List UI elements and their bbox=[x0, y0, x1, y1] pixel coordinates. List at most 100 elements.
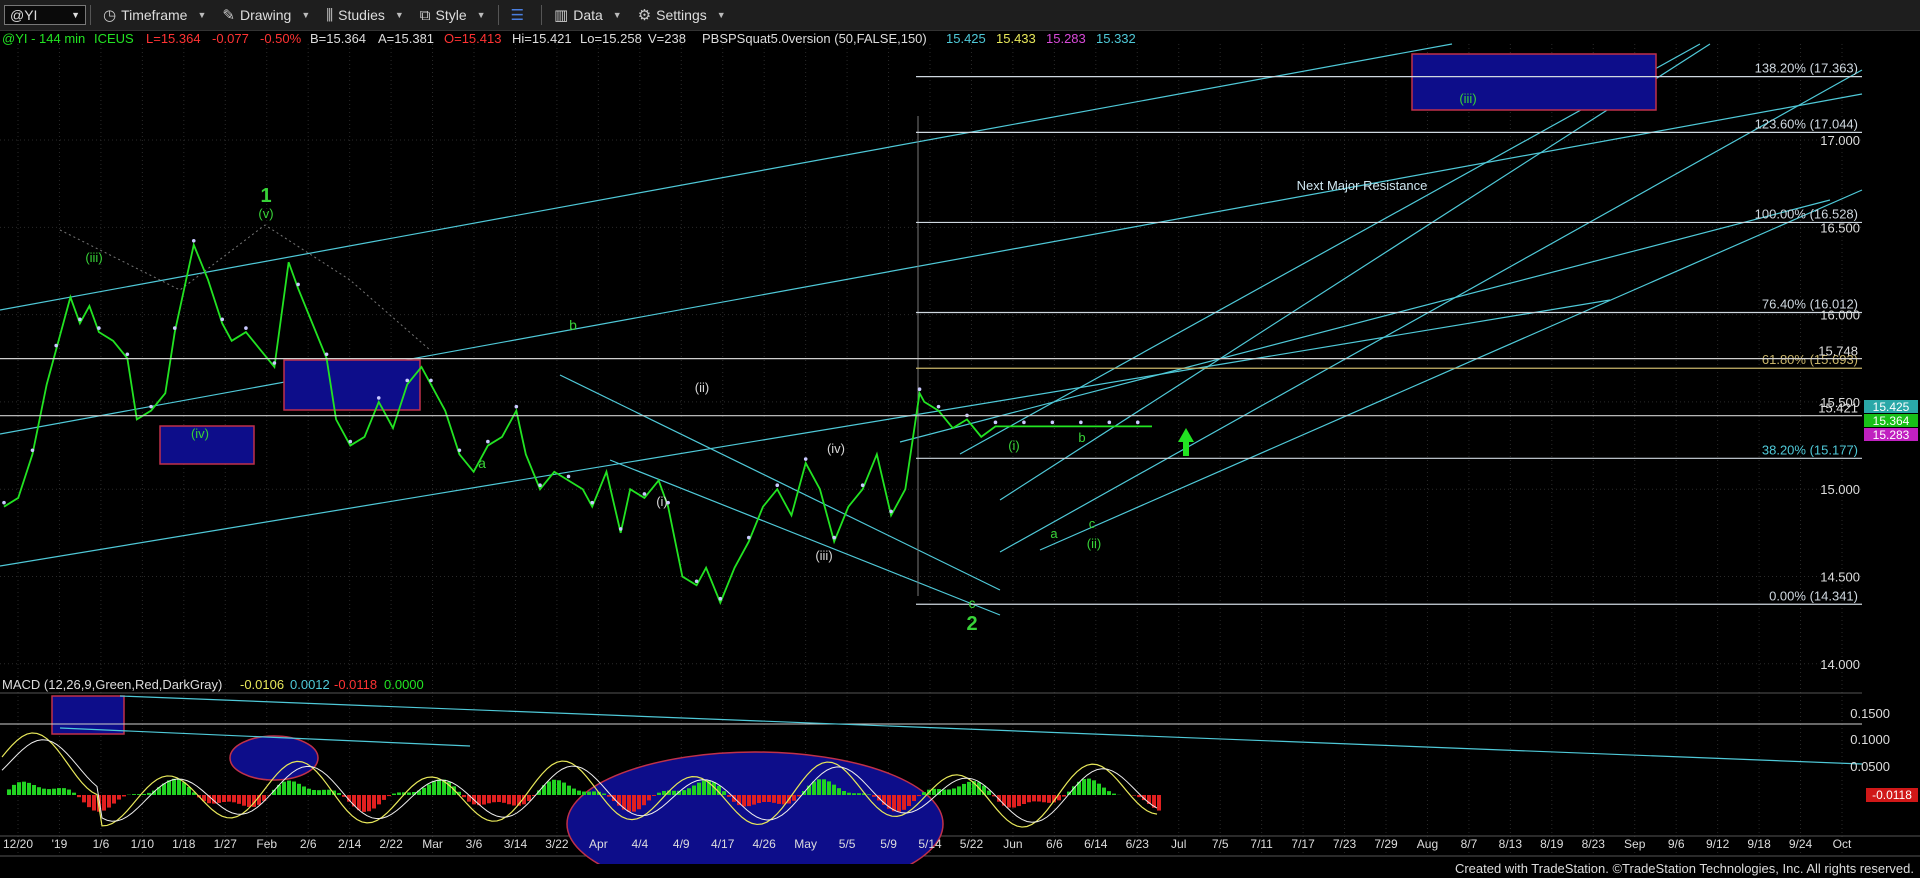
macd-histogram-bar bbox=[967, 781, 971, 795]
macd-histogram-bar bbox=[1097, 783, 1101, 795]
macd-histogram-bar bbox=[907, 795, 911, 806]
gear-icon: ⚙ bbox=[637, 7, 652, 24]
target-box bbox=[283, 359, 421, 411]
macd-histogram-bar bbox=[1017, 795, 1021, 807]
data-menu[interactable]: ▥ Data ▼ bbox=[546, 0, 630, 30]
macd-histogram-bar bbox=[657, 792, 661, 795]
macd-histogram-bar bbox=[432, 781, 436, 795]
macd-histogram-bar bbox=[1107, 791, 1111, 795]
date-axis: 12/20 '19 1/6 1/10 1/18 1/27 Feb 2/6 2/14 2/22 Mar… bbox=[3, 837, 1852, 851]
macd-histogram-bar bbox=[1082, 779, 1086, 795]
price-pivot-dot bbox=[860, 483, 865, 488]
price-pivot-dot bbox=[832, 535, 836, 540]
symbol-selector[interactable]: @YI ▼ bbox=[4, 5, 86, 25]
drawing-menu[interactable]: ✎ Drawing ▼ bbox=[214, 0, 318, 30]
price-pivot-dot bbox=[803, 457, 808, 461]
price-pivot-dot bbox=[775, 483, 780, 488]
macd-histogram-bar bbox=[767, 795, 771, 802]
x-tick-label: 4/9 bbox=[673, 837, 690, 851]
wave-label: b bbox=[1078, 430, 1085, 445]
price-pivot-dot bbox=[405, 378, 410, 383]
settings-menu[interactable]: ⚙ Settings ▼ bbox=[630, 0, 734, 30]
x-tick-label: 8/19 bbox=[1540, 837, 1564, 851]
macd-histogram-bar bbox=[827, 781, 831, 795]
macd-histogram-bar bbox=[182, 782, 186, 795]
x-tick-label: 2/22 bbox=[379, 837, 403, 851]
macd-histogram-bar bbox=[567, 785, 571, 795]
macd-label: MACD (12,26,9,Green,Red,DarkGray) bbox=[2, 677, 222, 692]
price-pivot-dot bbox=[78, 317, 82, 322]
macd-histogram-bar bbox=[697, 782, 701, 795]
x-tick-label: 5/9 bbox=[880, 837, 897, 851]
wave-label: 1 bbox=[260, 185, 271, 207]
x-tick-label: Sep bbox=[1624, 837, 1646, 851]
header-high: Hi=15.421 bbox=[512, 31, 572, 46]
macd-histogram-bar bbox=[1012, 795, 1016, 808]
trend-line bbox=[999, 69, 1863, 553]
y-tick-label: 15.000 bbox=[1820, 482, 1860, 497]
macd-histogram-bar bbox=[327, 789, 331, 795]
macd-histogram-bar bbox=[367, 795, 371, 812]
macd-histogram-bar bbox=[142, 793, 146, 795]
macd-histogram-bar bbox=[837, 788, 841, 795]
macd-histogram-bar bbox=[482, 795, 486, 805]
macd-histogram-bar bbox=[917, 795, 921, 797]
fib-label: 100.00% (16.528) bbox=[1755, 206, 1858, 221]
macd-val-4: 0.0000 bbox=[384, 677, 424, 692]
x-tick-label: 5/22 bbox=[960, 837, 984, 851]
macd-histogram-bar bbox=[407, 792, 411, 795]
header-exchange: ICEUS bbox=[94, 31, 134, 46]
macd-histogram-bar bbox=[502, 795, 506, 803]
pencil-icon: ✎ bbox=[222, 7, 235, 24]
studies-menu[interactable]: ⫼ Studies ▼ bbox=[318, 0, 412, 30]
trend-line bbox=[1039, 189, 1863, 551]
macd-histogram-bar bbox=[227, 795, 231, 802]
macd-histogram-bar bbox=[1132, 795, 1136, 796]
macd-histogram-bar bbox=[132, 794, 136, 795]
macd-histogram-bar bbox=[1037, 795, 1041, 802]
macd-histogram-bar bbox=[1062, 795, 1066, 797]
price-pivot-dot bbox=[97, 326, 101, 330]
price-chart[interactable]: 138.20% (17.363) 123.60% (17.044) 100.00% … bbox=[0, 30, 1920, 864]
macd-histogram-bar bbox=[82, 795, 86, 803]
chart-grid bbox=[0, 44, 1920, 857]
style-menu[interactable]: ⧉ Style ▼ bbox=[412, 0, 494, 30]
macd-histogram-bar bbox=[812, 781, 816, 795]
x-tick-label: 5/14 bbox=[918, 837, 942, 851]
macd-histogram-bar bbox=[727, 795, 731, 797]
macd-histogram-bar bbox=[842, 791, 846, 795]
macd-histogram-bar bbox=[747, 795, 751, 807]
trend-line bbox=[999, 43, 1711, 501]
macd-histogram-bar bbox=[427, 784, 431, 795]
price-pivot-dot bbox=[642, 492, 647, 496]
header-study: PBSPSquat5.0version (50,FALSE,150) bbox=[702, 31, 927, 46]
macd-histogram-bar bbox=[362, 795, 366, 812]
fib-label: 0.00% (14.341) bbox=[1769, 588, 1858, 603]
macd-histogram-bar bbox=[282, 781, 286, 795]
price-pivot-dot bbox=[889, 509, 893, 514]
drawing-label: Drawing bbox=[239, 7, 292, 23]
layout-button[interactable]: ☰ bbox=[503, 0, 537, 30]
macd-histogram-bar bbox=[932, 788, 936, 795]
wave-label: (iv) bbox=[191, 426, 209, 441]
macd-histogram-bar bbox=[902, 795, 906, 810]
x-tick-label: 8/23 bbox=[1582, 837, 1606, 851]
wave-label: a bbox=[478, 455, 486, 471]
x-tick-label: 2/14 bbox=[338, 837, 362, 851]
fib-label: 123.60% (17.044) bbox=[1755, 116, 1858, 131]
wave-connector bbox=[59, 224, 431, 351]
macd-histogram-bar bbox=[62, 788, 66, 795]
macd-histogram-bar bbox=[7, 789, 11, 795]
macd-histogram-bar bbox=[437, 779, 441, 795]
macd-histogram-bar bbox=[337, 792, 341, 795]
price-pivot-dot bbox=[538, 483, 542, 488]
macd-histogram-bar bbox=[602, 793, 606, 795]
macd-histogram-bar bbox=[832, 784, 836, 795]
wave-label: Next Major Resistance bbox=[1297, 178, 1428, 193]
price-pivot-dot bbox=[566, 474, 571, 479]
macd-histogram-bar bbox=[17, 782, 21, 795]
wave-label: b bbox=[569, 317, 577, 333]
macd-histogram-bar bbox=[492, 795, 496, 803]
timeframe-menu[interactable]: ◷ Timeframe ▼ bbox=[95, 0, 214, 30]
price-pivot-dot bbox=[376, 396, 381, 400]
